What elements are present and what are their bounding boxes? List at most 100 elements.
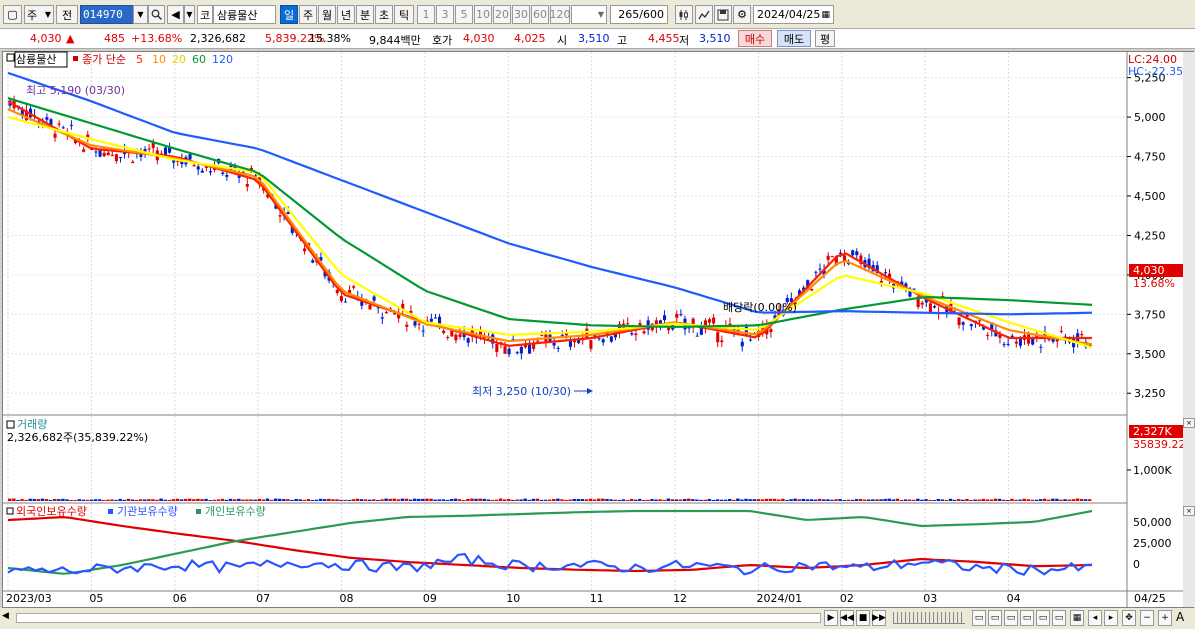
period-week[interactable]: 주 <box>299 5 317 24</box>
scroll-left-icon[interactable]: ◀ <box>2 611 16 625</box>
volume-bar <box>65 499 69 501</box>
zoom-out-icon[interactable]: − <box>1140 610 1154 626</box>
layout5-icon[interactable]: ▭ <box>1036 610 1050 626</box>
gear-icon[interactable]: ⚙ <box>733 5 751 24</box>
search-icon[interactable] <box>148 5 165 24</box>
stock-code-value: 014970 <box>83 8 123 21</box>
volume-bar <box>1051 498 1055 501</box>
x-tick-label: 02 <box>840 592 854 605</box>
legend-ma60: 60 <box>192 53 206 66</box>
speaker-dropdown[interactable]: ▼ <box>184 5 195 24</box>
vertical-scrollbar[interactable]: × × <box>1183 52 1195 607</box>
volume-bar <box>560 499 564 501</box>
layout2-icon[interactable]: ▭ <box>988 610 1002 626</box>
market-select[interactable]: 전 <box>56 5 78 24</box>
drawing-tool-icon[interactable] <box>695 5 713 24</box>
panel-close-icon[interactable]: × <box>1183 506 1195 516</box>
volume-tag: 2,327K <box>1133 425 1172 438</box>
stock-code-input[interactable]: 014970 <box>80 5 135 24</box>
candle-body <box>810 288 814 291</box>
volume-bar <box>331 499 335 501</box>
low-annotation: 최저 3,250 (10/30) <box>472 385 571 398</box>
volume-bar <box>1006 499 1010 501</box>
scroll-left-end-icon[interactable]: ◂ <box>1088 610 1102 626</box>
layout3-icon[interactable]: ▭ <box>1004 610 1018 626</box>
horizontal-scrollbar[interactable] <box>16 613 821 623</box>
volume-bar <box>355 498 360 501</box>
candle-body <box>634 333 638 336</box>
period-tick[interactable]: 틱 <box>394 5 414 24</box>
volume-bar <box>862 499 867 501</box>
volume-bar <box>805 499 810 501</box>
volume-bar <box>809 499 814 501</box>
nav-forward-icon[interactable]: ▶▶ <box>872 610 886 626</box>
hts-chart-window: ▢ 주 ▼ 전 014970 ▼ ◀ ▼ 코 삼륭물산 일 주 월 년 분 초 틱… <box>0 0 1195 629</box>
volume-bar <box>466 499 470 501</box>
pan-icon[interactable]: ✥ <box>1122 610 1136 626</box>
bottom-navigator: ◀ ▶ ◀◀ ■ ▶▶ ▭ ▭ ▭ ▭ ▭ ▭ ▦ ◂ ▸ ✥ − + A <box>0 608 1195 629</box>
save-icon[interactable] <box>714 5 732 24</box>
volume-bar <box>961 499 965 501</box>
volume-bar <box>16 499 20 501</box>
candle-body <box>1031 338 1035 345</box>
panel-close-icon[interactable]: × <box>1183 418 1195 428</box>
interval-5[interactable]: 5 <box>455 5 473 24</box>
sell-button-label: 매도 <box>783 32 805 46</box>
sell-button[interactable]: 매도 <box>777 30 811 47</box>
volume-bar <box>601 498 605 501</box>
period-year[interactable]: 년 <box>337 5 355 24</box>
volume-bar <box>952 499 957 501</box>
candle-body <box>1018 338 1022 346</box>
code-dropdown-button[interactable]: ▼ <box>133 5 148 24</box>
speaker-icon[interactable]: ◀ <box>167 5 184 24</box>
table-icon[interactable]: ▦ <box>1070 610 1084 626</box>
window-icon[interactable]: ▢ <box>3 5 22 24</box>
zoom-in-icon[interactable]: + <box>1158 610 1172 626</box>
interval-3[interactable]: 3 <box>436 5 454 24</box>
date-picker[interactable]: 2024/04/25 ▦ <box>753 5 834 24</box>
avg-button[interactable]: 평 <box>815 30 835 47</box>
interval-60[interactable]: 60 <box>531 5 549 24</box>
interval-10[interactable]: 10 <box>474 5 492 24</box>
period-month[interactable]: 월 <box>318 5 336 24</box>
period-day[interactable]: 일 <box>280 5 298 24</box>
period-day-label: 일 <box>283 8 295 22</box>
font-size-icon[interactable]: A <box>1176 610 1192 626</box>
zoom-slider[interactable] <box>893 612 965 624</box>
interval-120[interactable]: 120 <box>549 5 571 24</box>
nav-stop-icon[interactable]: ■ <box>856 610 870 626</box>
volume-bar <box>363 499 368 501</box>
volume-bar <box>985 499 990 501</box>
interval-5-label: 5 <box>460 8 468 21</box>
volume-bar <box>200 499 204 501</box>
candle-icon[interactable] <box>675 5 693 24</box>
type-select[interactable]: 주 ▼ <box>24 5 54 24</box>
interval-20[interactable]: 20 <box>493 5 511 24</box>
layout6-icon[interactable]: ▭ <box>1052 610 1066 626</box>
volume-bar <box>584 499 589 501</box>
volume-bar <box>940 499 945 501</box>
scroll-right-end-icon[interactable]: ▸ <box>1104 610 1118 626</box>
interval-30[interactable]: 30 <box>512 5 530 24</box>
volume-bar <box>93 499 98 501</box>
volume-bar <box>482 498 486 501</box>
candle-body <box>303 248 307 252</box>
period-minute[interactable]: 분 <box>356 5 374 24</box>
layout-icon[interactable]: ▭ <box>972 610 986 626</box>
volume-bar <box>228 498 233 501</box>
layout4-icon[interactable]: ▭ <box>1020 610 1034 626</box>
buy-button[interactable]: 매수 <box>738 30 772 47</box>
nav-next-icon[interactable]: ▶ <box>824 610 838 626</box>
interval-120-label: 120 <box>549 8 571 21</box>
buy-button-label: 매수 <box>744 32 766 46</box>
period-second[interactable]: 초 <box>375 5 393 24</box>
low-label: 저 <box>679 34 690 47</box>
interval-input[interactable]: ▼ <box>571 5 607 24</box>
count-field[interactable]: 265/600 <box>610 5 668 24</box>
nav-rewind-icon[interactable]: ◀◀ <box>840 610 854 626</box>
volume-bar <box>507 499 511 501</box>
chart-canvas[interactable]: 5,2505,0004,7504,5004,2504,0003,7503,500… <box>0 51 1195 608</box>
interval-1[interactable]: 1 <box>417 5 435 24</box>
volume-bar <box>257 498 262 501</box>
y-tick-label: 3,500 <box>1134 348 1166 361</box>
